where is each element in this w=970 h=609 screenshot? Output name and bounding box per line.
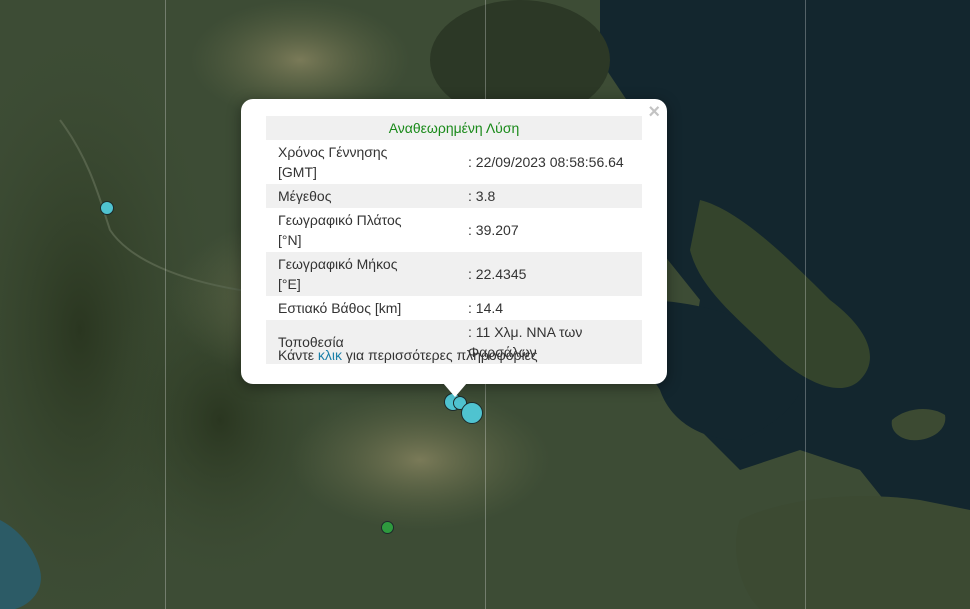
info-row-longitude: Γεωγραφικό Μήκος [°E] : 22.4345: [266, 252, 642, 296]
close-icon[interactable]: ×: [648, 102, 660, 122]
more-info-prefix: Κάντε: [278, 347, 318, 363]
earthquake-marker[interactable]: [100, 201, 114, 215]
info-value: : 39.207: [468, 222, 519, 238]
info-value: : 14.4: [468, 300, 504, 316]
earthquake-info-table: Αναθεωρημένη Λύση Χρόνος Γέννησης [GMT] …: [266, 116, 642, 364]
map-grid-line: [805, 0, 806, 609]
info-label: Χρόνος Γέννησης [GMT]: [278, 144, 388, 180]
info-row-origin-time: Χρόνος Γέννησης [GMT] : 22/09/2023 08:58…: [266, 140, 642, 184]
more-info-suffix: για περισσότερες πληροφορίες: [342, 347, 538, 363]
info-value: : 22/09/2023 08:58:56.64: [468, 154, 624, 170]
earthquake-marker[interactable]: [461, 402, 483, 424]
info-row-latitude: Γεωγραφικό Πλάτος [°N] : 39.207: [266, 208, 642, 252]
info-value: : 3.8: [436, 184, 642, 208]
map-grid-line: [165, 0, 166, 609]
popup-tip: [443, 383, 467, 397]
info-row-magnitude: Μέγεθος : 3.8: [266, 184, 642, 208]
earthquake-info-popup: × Αναθεωρημένη Λύση Χρόνος Γέννησης [GMT…: [241, 99, 667, 384]
info-label: Μέγεθος: [266, 184, 436, 208]
info-row-depth: Εστιακό Βάθος [km] : 14.4: [266, 296, 642, 320]
earthquake-marker[interactable]: [381, 521, 394, 534]
info-value: : 22.4345: [436, 252, 642, 296]
more-info-link[interactable]: κλικ: [318, 347, 342, 363]
info-label: Γεωγραφικό Πλάτος [°N]: [278, 212, 402, 248]
popup-title: Αναθεωρημένη Λύση: [266, 116, 642, 140]
popup-title-row: Αναθεωρημένη Λύση: [266, 116, 642, 140]
info-label: Γεωγραφικό Μήκος [°E]: [266, 252, 436, 296]
more-info-text: Κάντε κλικ για περισσότερες πληροφορίες: [278, 347, 538, 363]
info-label: Εστιακό Βάθος [km]: [278, 300, 402, 316]
